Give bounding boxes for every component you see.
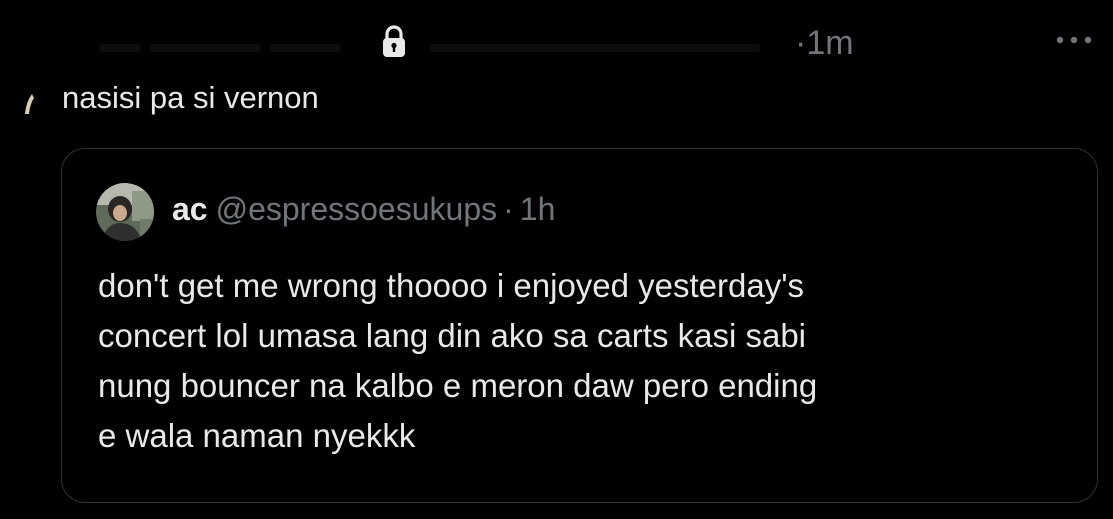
quoted-handle[interactable]: @espressoesukups	[216, 191, 498, 227]
tweet-timestamp[interactable]: ·1m	[795, 24, 854, 63]
redacted-name	[150, 44, 260, 52]
tweet-text: nasisi pa si vernon	[62, 80, 319, 115]
quoted-tweet-header: ac @espressoesukups · 1h	[172, 191, 555, 228]
lock-icon	[383, 25, 405, 57]
tweet-header: ·1m	[0, 18, 1113, 68]
more-horizontal-icon[interactable]	[1052, 30, 1096, 50]
avatar[interactable]	[96, 183, 154, 241]
quoted-timestamp[interactable]: 1h	[520, 191, 556, 227]
quoted-text-line: don't get me wrong thoooo i enjoyed yest…	[98, 267, 805, 304]
quoted-text-line: e wala naman nyekkk	[98, 417, 416, 454]
separator-dot: ·	[503, 191, 514, 227]
quoted-tweet-card[interactable]: ac @espressoesukups · 1h don't get me wrong…	[61, 148, 1098, 503]
quoted-text-line: concert lol umasa lang din ako sa carts …	[98, 317, 807, 354]
redacted-name	[270, 44, 340, 52]
quoted-text-line: nung bouncer na kalbo e meron daw pero e…	[98, 367, 818, 404]
quoted-tweet-text: don't get me wrong thoooo i enjoyed yest…	[98, 261, 1078, 461]
redacted-name	[100, 44, 140, 52]
redacted-handle	[430, 44, 760, 52]
quoted-display-name[interactable]: ac	[172, 191, 208, 227]
avatar-edge	[25, 94, 34, 114]
